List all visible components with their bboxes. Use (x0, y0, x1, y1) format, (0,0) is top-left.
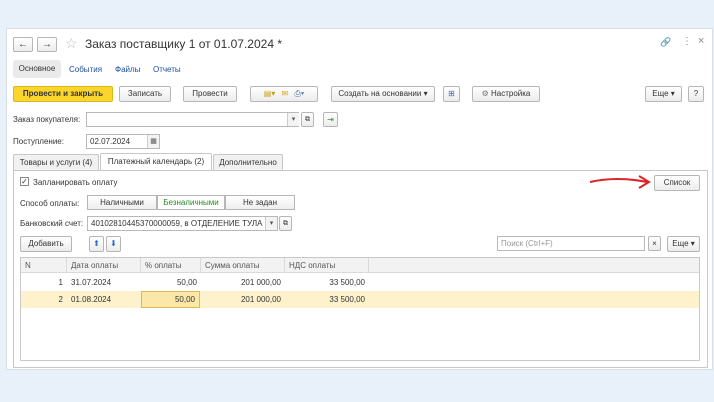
add-button[interactable]: Добавить (20, 236, 72, 252)
receipt-label: Поступление: (13, 137, 64, 146)
cell-sum: 201 000,00 (240, 295, 281, 304)
clear-search-icon[interactable]: × (648, 236, 661, 251)
page-title: Заказ поставщику 1 от 01.07.2024 * (85, 37, 282, 51)
move-down-icon[interactable]: ⬇ (106, 236, 121, 252)
arrow-right-icon: → (42, 39, 52, 50)
payments-table: N Дата оплаты % оплаты Сумма оплаты НДС … (20, 257, 700, 361)
cell-n: 1 (58, 278, 63, 287)
dropdown-icon[interactable]: ▾ (287, 113, 299, 126)
cell-vat: 33 500,00 (329, 295, 365, 304)
method-cashless[interactable]: Безналичными (157, 195, 225, 210)
cell-n: 2 (58, 295, 63, 304)
more-menu-icon[interactable]: ⋮ (682, 36, 692, 47)
cell-date: 01.08.2024 (71, 295, 112, 304)
plan-payment-checkbox[interactable]: ✓ (20, 177, 29, 186)
create-based-on-button[interactable]: Создать на основании ▾ (331, 86, 435, 102)
document-window: ← → ☆ Заказ поставщику 1 от 01.07.2024 *… (6, 28, 713, 370)
printer-icon[interactable]: ⎙▾ (294, 89, 304, 98)
header-sum[interactable]: Сумма оплаты (201, 258, 285, 273)
red-arrow-annotation (589, 175, 651, 189)
link-icon[interactable]: 🔗 (660, 37, 671, 48)
open-icon[interactable]: ⧉ (301, 112, 314, 127)
header-date[interactable]: Дата оплаты (67, 258, 141, 273)
payment-method-label: Способ оплаты: (20, 199, 80, 208)
table-row[interactable]: 2 01.08.2024 50,00 201 000,00 33 500,00 (21, 291, 699, 308)
table-header: N Дата оплаты % оплаты Сумма оплаты НДС … (21, 258, 699, 273)
close-icon[interactable]: × (698, 35, 704, 47)
cell-date: 31.07.2024 (71, 278, 112, 287)
buyer-order-input[interactable] (86, 112, 299, 127)
table-row[interactable]: 1 31.07.2024 50,00 201 000,00 33 500,00 (21, 274, 699, 291)
favorite-star-icon[interactable]: ☆ (65, 35, 78, 52)
more-button[interactable]: Еще ▾ (645, 86, 682, 102)
cell-sum: 201 000,00 (240, 278, 281, 287)
nav-tab-files[interactable]: Файлы (115, 65, 140, 74)
cell-vat: 33 500,00 (329, 278, 365, 287)
create-based-on-label: Создать на основании (338, 89, 422, 98)
tab-additional[interactable]: Дополнительно (213, 154, 283, 170)
tab-payment-calendar[interactable]: Платежный календарь (2) (100, 153, 212, 170)
dropdown-icon[interactable]: ▾ (265, 217, 277, 230)
back-button[interactable]: ← (13, 37, 33, 52)
bank-account-input[interactable]: 40102810445370000059, в ОТДЕЛЕНИЕ ТУЛА (87, 216, 278, 231)
table-more-button[interactable]: Еще ▾ (667, 236, 700, 252)
cell-percent: 50,00 (176, 278, 197, 287)
envelope-icon[interactable]: ✉ (282, 89, 289, 98)
open-icon[interactable]: ⧉ (279, 216, 292, 231)
tab-goods[interactable]: Товары и услуги (4) (13, 154, 99, 170)
buyer-order-label: Заказ покупателя: (13, 115, 81, 124)
bank-account-label: Банковский счет: (20, 219, 84, 228)
pick-icon[interactable]: ⇥ (323, 112, 338, 127)
search-input[interactable]: Поиск (Ctrl+F) (497, 236, 645, 251)
table-more-label: Еще (672, 239, 689, 248)
forward-button[interactable]: → (37, 37, 57, 52)
header-n[interactable]: N (21, 258, 67, 273)
post-button[interactable]: Провести (183, 86, 237, 102)
header-vat[interactable]: НДС оплаты (285, 258, 369, 273)
nav-tab-reports[interactable]: Отчеты (153, 65, 181, 74)
method-cash[interactable]: Наличными (87, 195, 157, 210)
cell-percent-editing[interactable]: 50,00 (141, 291, 200, 308)
more-label: Еще (652, 89, 669, 98)
nav-tab-events[interactable]: События (69, 65, 102, 74)
method-unset[interactable]: Не задан (225, 195, 295, 210)
settings-button[interactable]: ⚙ Настройка (472, 86, 540, 102)
move-up-icon[interactable]: ⬆ (89, 236, 104, 252)
calendar-icon[interactable]: ▦ (147, 135, 159, 148)
post-and-close-button[interactable]: Провести и закрыть (13, 86, 113, 102)
list-button[interactable]: Список (654, 175, 700, 191)
header-percent[interactable]: % оплаты (141, 258, 201, 273)
structure-icon[interactable]: ⊞ (443, 86, 460, 102)
arrow-left-icon: ← (18, 39, 28, 50)
nav-tab-main[interactable]: Основное (13, 60, 61, 78)
gear-icon: ⚙ (481, 89, 489, 98)
save-button[interactable]: Записать (119, 86, 171, 102)
plan-payment-label: Запланировать оплату (33, 178, 118, 187)
document-icon[interactable]: ▤▾ (264, 89, 276, 98)
settings-label: Настройка (491, 89, 531, 98)
help-button[interactable]: ? (688, 86, 704, 102)
tool-icons-group: ▤▾ ✉ ⎙▾ (250, 86, 318, 102)
